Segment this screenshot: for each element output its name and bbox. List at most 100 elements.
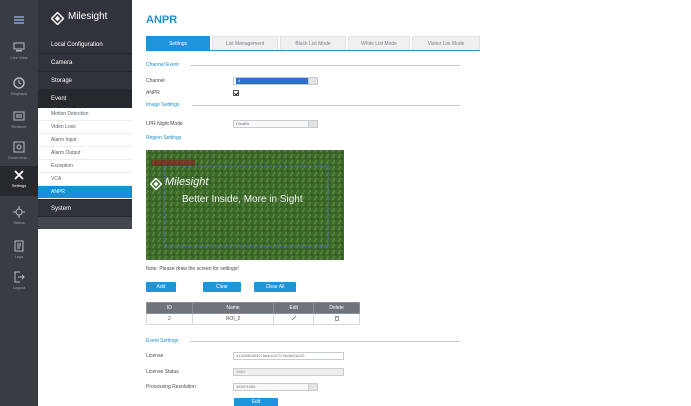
pencil-icon[interactable] — [291, 315, 297, 321]
rail-playback[interactable]: Playback — [0, 74, 38, 104]
section-rule — [190, 341, 460, 342]
menu-video-loss[interactable]: Video Loss — [38, 121, 132, 134]
section-title: Event Settings — [146, 338, 179, 344]
edit-button[interactable]: Edit — [234, 398, 278, 406]
roi-table: ID Name Edit Delete 2 ROI_2 — [146, 302, 360, 325]
license-status-field: Valid — [233, 368, 344, 376]
section-title: Region Settings — [146, 135, 182, 141]
tab-black-list-mode[interactable]: Black List Mode — [280, 36, 346, 50]
rail-label: Logout — [12, 285, 26, 290]
overlay-slogan: Better Inside, More in Sight — [182, 194, 303, 205]
roi-name-cell: ROI_2 — [191, 313, 275, 325]
milesight-logo-icon — [150, 178, 162, 190]
page-title: ANPR — [146, 14, 178, 26]
chevron-down-icon — [308, 121, 317, 127]
processing-resolution-value: 1920*1080 — [236, 384, 256, 389]
menu-local-configuration[interactable]: Local Configuration — [38, 36, 132, 54]
license-input[interactable]: a13d45b053078a4dc31724bcbb2a152 — [233, 352, 344, 360]
rail-logout[interactable]: Logout — [0, 268, 38, 298]
section-rule — [190, 65, 460, 66]
menu-alarm-input[interactable]: Alarm Input — [38, 134, 132, 147]
retrieve-icon — [13, 111, 25, 121]
rail-label: Playback — [10, 91, 28, 96]
rail-live-view[interactable]: Live View — [0, 38, 38, 68]
settings-tools-icon — [14, 170, 24, 180]
license-status-label: License Status — [146, 369, 179, 375]
channel-selected-value: 4 — [236, 78, 309, 84]
column-header-edit: Edit — [273, 302, 315, 314]
camera-preview[interactable]: Milesight Better Inside, More in Sight — [146, 150, 344, 260]
rail-label: Settings — [11, 183, 27, 188]
rail-label: Live View — [10, 55, 28, 60]
edit-cell — [273, 313, 315, 325]
tab-underline — [146, 50, 480, 51]
icon-rail: Live View Playback Retrieve Smart Ana...… — [0, 0, 38, 406]
menu-anpr[interactable]: ANPR — [38, 186, 132, 199]
chevron-down-icon — [308, 384, 317, 390]
menu-storage[interactable]: Storage — [38, 72, 132, 90]
rail-label: Status — [13, 220, 25, 225]
channel-label: Channel — [146, 78, 165, 84]
brand-name: Milesight — [68, 11, 108, 22]
channel-event-section: Channel Event — [146, 62, 460, 68]
channel-select[interactable]: 4 — [233, 77, 318, 85]
rail-status[interactable]: Status — [0, 203, 38, 233]
smart-analysis-icon — [13, 141, 25, 153]
tab-settings[interactable]: Settings — [146, 36, 210, 50]
menu-toggle-icon — [14, 16, 24, 24]
overlay-brand: Milesight — [165, 176, 209, 188]
table-header-row: ID Name Edit Delete — [146, 302, 360, 314]
clear-all-button[interactable]: Clear All — [254, 282, 296, 292]
processing-resolution-select[interactable]: 1920*1080 — [233, 383, 318, 391]
rail-smart-analysis[interactable]: Smart Ana... — [0, 138, 38, 168]
chevron-down-icon — [308, 78, 317, 84]
column-header-name: Name — [191, 302, 275, 314]
roi-id-cell: 2 — [146, 313, 193, 325]
logs-icon — [14, 240, 24, 252]
logout-icon — [14, 271, 25, 283]
milesight-logo-icon — [51, 12, 64, 25]
anpr-label: ANPR — [146, 90, 160, 96]
anpr-checkbox[interactable] — [233, 90, 239, 96]
tab-list-management[interactable]: List Management — [212, 36, 278, 50]
processing-resolution-label: Processing Resolution — [146, 384, 196, 390]
column-header-delete: Delete — [313, 302, 360, 314]
add-button[interactable]: Add — [146, 282, 176, 292]
tab-white-list-mode[interactable]: White List Mode — [348, 36, 410, 50]
menu-motion-detection[interactable]: Motion Detection — [38, 108, 132, 121]
section-title: Channel Event — [146, 62, 179, 68]
menu-alarm-output[interactable]: Alarm Output — [38, 147, 132, 160]
region-note: Note: Please draw the screen for setting… — [146, 266, 239, 272]
live-view-icon — [13, 42, 25, 52]
rail-settings[interactable]: Settings — [0, 166, 38, 196]
grass-texture — [146, 150, 344, 260]
clear-button[interactable]: Clear — [203, 282, 241, 292]
menu-camera[interactable]: Camera — [38, 54, 132, 72]
table-row: 2 ROI_2 — [146, 313, 360, 325]
menu-vca[interactable]: VCA — [38, 173, 132, 186]
lpr-night-mode-select[interactable]: Disable — [233, 120, 318, 128]
column-header-id: ID — [146, 302, 193, 314]
rail-label: Retrieve — [11, 124, 27, 129]
section-title: Image Settings — [146, 102, 180, 108]
menu-event[interactable]: Event — [38, 90, 132, 108]
menu-system[interactable]: System — [38, 199, 132, 217]
status-icon — [13, 206, 25, 218]
delete-cell — [313, 313, 360, 325]
license-label: License — [146, 353, 164, 359]
event-settings-section: Event Settings — [146, 338, 460, 344]
tab-visitor-list-mode[interactable]: Visitor List Mode — [412, 36, 480, 50]
brand-header: Milesight — [38, 0, 132, 36]
trash-icon[interactable] — [334, 315, 340, 321]
section-rule — [192, 105, 460, 106]
rail-label: Smart Ana... — [7, 155, 30, 160]
lpr-night-mode-value: Disable — [236, 121, 250, 126]
menu-exception[interactable]: Exception — [38, 160, 132, 173]
rail-retrieve[interactable]: Retrieve — [0, 107, 38, 137]
rail-label: Logs — [14, 254, 24, 259]
image-settings-section: Image Settings — [146, 102, 460, 108]
menu-toggle[interactable] — [0, 8, 38, 32]
rail-logs[interactable]: Logs — [0, 237, 38, 267]
settings-menu: Milesight Local Configuration Camera Sto… — [38, 0, 132, 406]
playback-icon — [13, 77, 25, 89]
